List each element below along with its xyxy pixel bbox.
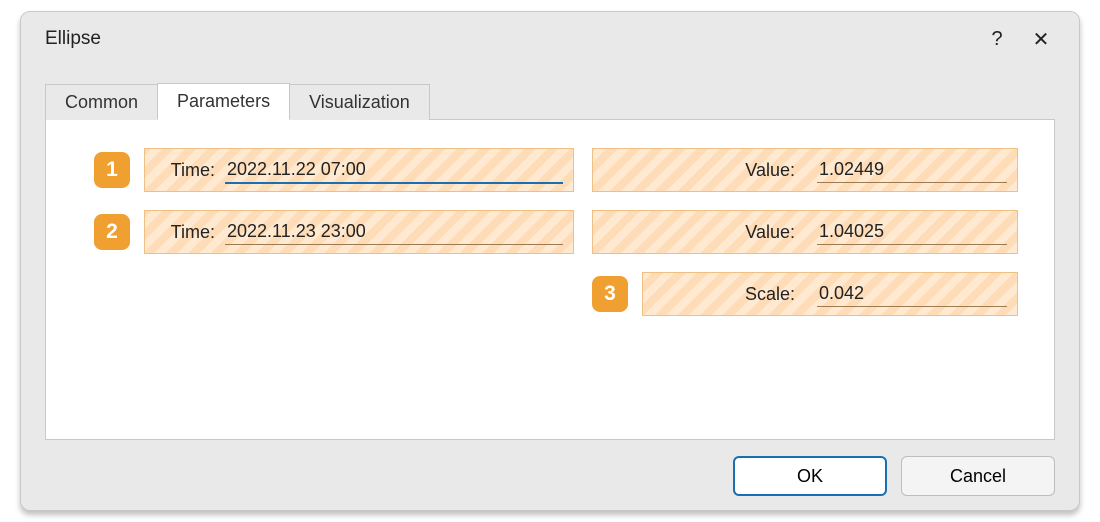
ellipse-dialog: Ellipse ? ✕ Common Parameters Visualizat… [20, 11, 1080, 511]
scale-field-strip: Scale: 0.042 [642, 272, 1018, 316]
time-field-2-strip: Time: 2022.11.23 23:00 [144, 210, 574, 254]
value-label-1: Value: [603, 160, 795, 181]
value-label-2: Value: [603, 222, 795, 243]
tab-parameters[interactable]: Parameters [157, 83, 290, 120]
scale-input[interactable]: 0.042 [817, 281, 1007, 307]
close-button[interactable]: ✕ [1019, 20, 1063, 58]
scale-label: Scale: [653, 284, 795, 305]
parameters-panel: 1 Time: 2022.11.22 07:00 Value: 1.02449 … [45, 119, 1055, 440]
help-button[interactable]: ? [975, 20, 1019, 58]
value-input-2[interactable]: 1.04025 [817, 219, 1007, 245]
dialog-title: Ellipse [45, 28, 975, 50]
value-input-1[interactable]: 1.02449 [817, 157, 1007, 183]
titlebar: Ellipse ? ✕ [21, 12, 1079, 66]
tab-bar: Common Parameters Visualization [45, 82, 1055, 119]
cancel-button[interactable]: Cancel [901, 456, 1055, 496]
ok-button[interactable]: OK [733, 456, 887, 496]
help-icon: ? [991, 28, 1002, 51]
row-badge-1: 1 [94, 152, 130, 188]
close-icon: ✕ [1033, 27, 1050, 52]
time-input-2[interactable]: 2022.11.23 23:00 [225, 219, 563, 245]
dialog-body: Common Parameters Visualization 1 Time: … [21, 66, 1079, 510]
dialog-footer: OK Cancel [45, 440, 1055, 496]
param-row-3: 3 Scale: 0.042 [94, 272, 1018, 316]
param-row-1: 1 Time: 2022.11.22 07:00 Value: 1.02449 [94, 148, 1018, 192]
tab-common[interactable]: Common [45, 84, 158, 120]
param-row-2: 2 Time: 2022.11.23 23:00 Value: 1.04025 [94, 210, 1018, 254]
time-field-1-strip: Time: 2022.11.22 07:00 [144, 148, 574, 192]
time-label-1: Time: [155, 160, 215, 181]
time-label-2: Time: [155, 222, 215, 243]
row-badge-2: 2 [94, 214, 130, 250]
tab-visualization[interactable]: Visualization [289, 84, 430, 120]
time-input-1[interactable]: 2022.11.22 07:00 [225, 157, 563, 184]
value-field-2-strip: Value: 1.04025 [592, 210, 1018, 254]
row-badge-3: 3 [592, 276, 628, 312]
value-field-1-strip: Value: 1.02449 [592, 148, 1018, 192]
